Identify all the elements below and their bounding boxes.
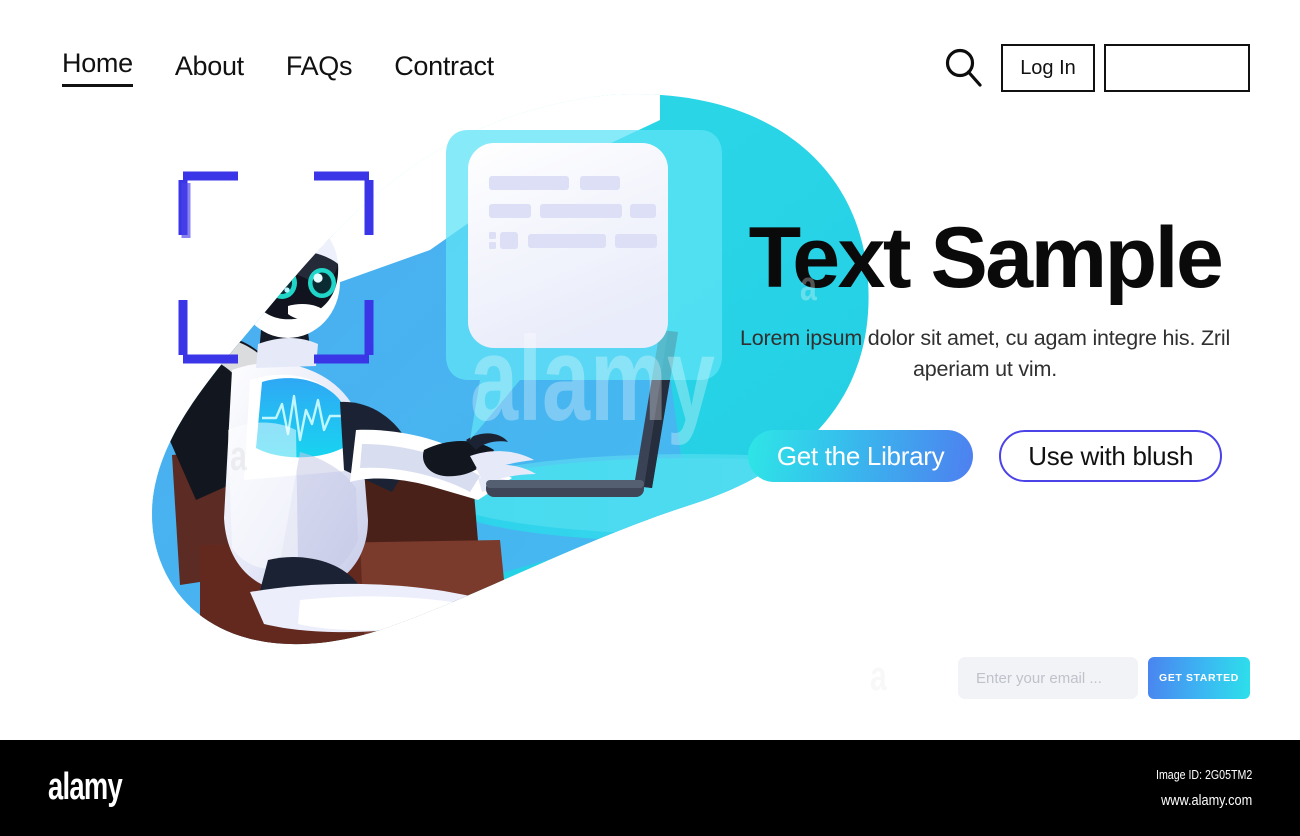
footer-meta: Image ID: 2G05TM2 www.alamy.com [1139,768,1252,809]
page-title: Text Sample [748,210,1224,306]
nav-item-contract[interactable]: Contract [394,53,494,87]
hero-text-block: Text Sample Lorem ipsum dolor sit amet, … [700,215,1270,385]
get-library-button[interactable]: Get the Library [747,430,974,482]
signup-button[interactable] [1104,44,1250,92]
nav-item-faqs[interactable]: FAQs [286,53,353,87]
hero-subtitle: Lorem ipsum dolor sit amet, cu agam inte… [739,326,1231,382]
alamy-footer-bar: alamy Image ID: 2G05TM2 www.alamy.com [0,740,1300,836]
landing-page: Home About FAQs Contract Log In Text Sam… [0,0,1300,836]
main-navigation: Home About FAQs Contract [62,50,494,87]
nav-item-home[interactable]: Home [62,50,133,87]
header-actions: Log In [942,44,1250,92]
email-signup-form: GET STARTED [958,657,1250,699]
alamy-url: www.alamy.com [1160,792,1252,809]
use-with-blush-button[interactable]: Use with blush [999,430,1223,482]
email-input[interactable] [958,657,1138,699]
site-header: Home About FAQs Contract Log In [0,0,1300,120]
nav-item-about[interactable]: About [175,53,244,87]
cta-button-row: Get the Library Use with blush [700,430,1270,482]
search-icon[interactable] [942,45,986,91]
image-id-label: Image ID: 2G05TM2 [1155,768,1252,782]
alamy-logo: alamy [48,766,123,808]
login-button[interactable]: Log In [1001,44,1095,92]
get-started-button[interactable]: GET STARTED [1148,657,1250,699]
